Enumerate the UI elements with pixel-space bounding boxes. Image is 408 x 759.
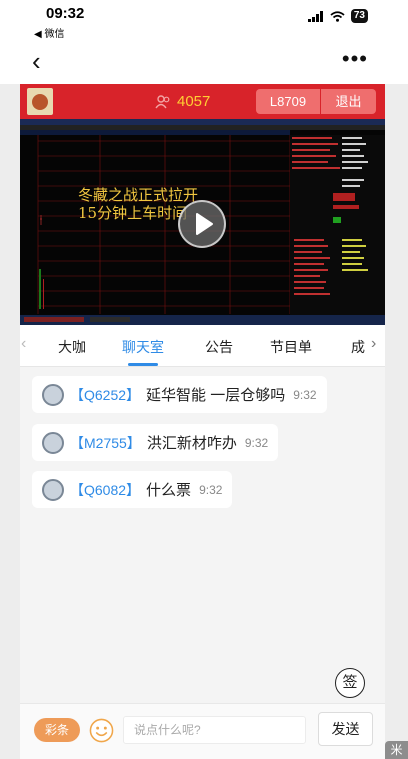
room-tabs: ‹ 大咖 聊天室 公告 节目单 成 ›	[20, 325, 385, 367]
wifi-icon	[330, 10, 345, 22]
live-header: 4057 L8709 退出	[20, 84, 385, 119]
play-button[interactable]	[178, 200, 226, 248]
sign-in-button[interactable]: 签	[335, 668, 365, 698]
message-text: 什么票	[146, 482, 192, 499]
chat-input-bar: 彩条 发送	[20, 703, 385, 759]
tabs-scroll-left-icon[interactable]: ‹	[21, 335, 26, 353]
message-time: 9:32	[293, 387, 317, 402]
live-room-app: 4057 L8709 退出 冬藏之战正式拉开 15分钟上车时间 ‹ 大咖 聊天室…	[20, 84, 385, 759]
chat-message: 【Q6252】 延华智能 一层仓够吗 9:32	[32, 376, 327, 413]
nav-bar: ‹ •••	[0, 40, 408, 84]
viewer-count-group: 4057	[155, 93, 210, 110]
play-icon	[196, 213, 213, 235]
message-time: 9:32	[244, 435, 269, 450]
tab-daka[interactable]: 大咖	[58, 337, 86, 357]
message-text: 延华智能 一层仓够吗	[146, 387, 286, 404]
message-time: 9:32	[199, 482, 223, 497]
viewer-count: 4057	[177, 93, 211, 110]
chat-message-list: 【Q6252】 延华智能 一层仓够吗 9:32 【M2755】 洪汇新材咋办 9…	[20, 367, 385, 697]
message-user-id[interactable]: 【M2755】	[70, 433, 141, 453]
tab-schedule[interactable]: 节目单	[270, 337, 312, 357]
message-text: 洪汇新材咋办	[146, 435, 237, 452]
chat-message: 【M2755】 洪汇新材咋办 9:32	[32, 424, 279, 461]
back-to-wechat-link[interactable]: ◀ 微信	[34, 25, 64, 40]
chat-message-input[interactable]	[123, 716, 306, 744]
tab-chatroom[interactable]: 聊天室	[122, 337, 164, 357]
active-tab-indicator	[128, 363, 158, 366]
more-options-icon[interactable]: •••	[342, 46, 368, 72]
viewers-icon	[155, 94, 170, 108]
message-user-id[interactable]: 【Q6082】	[70, 480, 140, 500]
chat-message: 【Q6082】 什么票 9:32	[32, 471, 233, 508]
live-video-player[interactable]: 冬藏之战正式拉开 15分钟上车时间	[20, 119, 385, 325]
tabs-scroll-right-icon[interactable]: ›	[371, 335, 376, 353]
signal-icon	[307, 10, 323, 22]
status-bar: 09:32 ◀ 微信 73	[0, 0, 408, 40]
user-badge-icon	[42, 478, 64, 501]
exit-button[interactable]: 退出	[321, 89, 376, 114]
send-button[interactable]: 发送	[318, 712, 373, 746]
tab-more-partial[interactable]: 成	[351, 337, 365, 357]
status-time: 09:32	[46, 5, 85, 22]
user-badge-icon	[42, 431, 64, 454]
anchor-avatar[interactable]	[27, 88, 53, 115]
message-user-id[interactable]: 【Q6252】	[70, 385, 140, 405]
status-icons: 73	[307, 9, 368, 23]
caitiao-button[interactable]: 彩条	[34, 718, 80, 742]
back-chevron-icon[interactable]: ‹	[32, 48, 41, 74]
user-badge-icon	[42, 383, 64, 406]
floating-corner-badge[interactable]: 米	[385, 741, 408, 759]
battery-icon: 73	[350, 9, 368, 23]
emoji-smile-icon[interactable]	[89, 718, 114, 743]
tab-announcement[interactable]: 公告	[205, 337, 233, 357]
room-id-button[interactable]: L8709	[256, 89, 320, 114]
